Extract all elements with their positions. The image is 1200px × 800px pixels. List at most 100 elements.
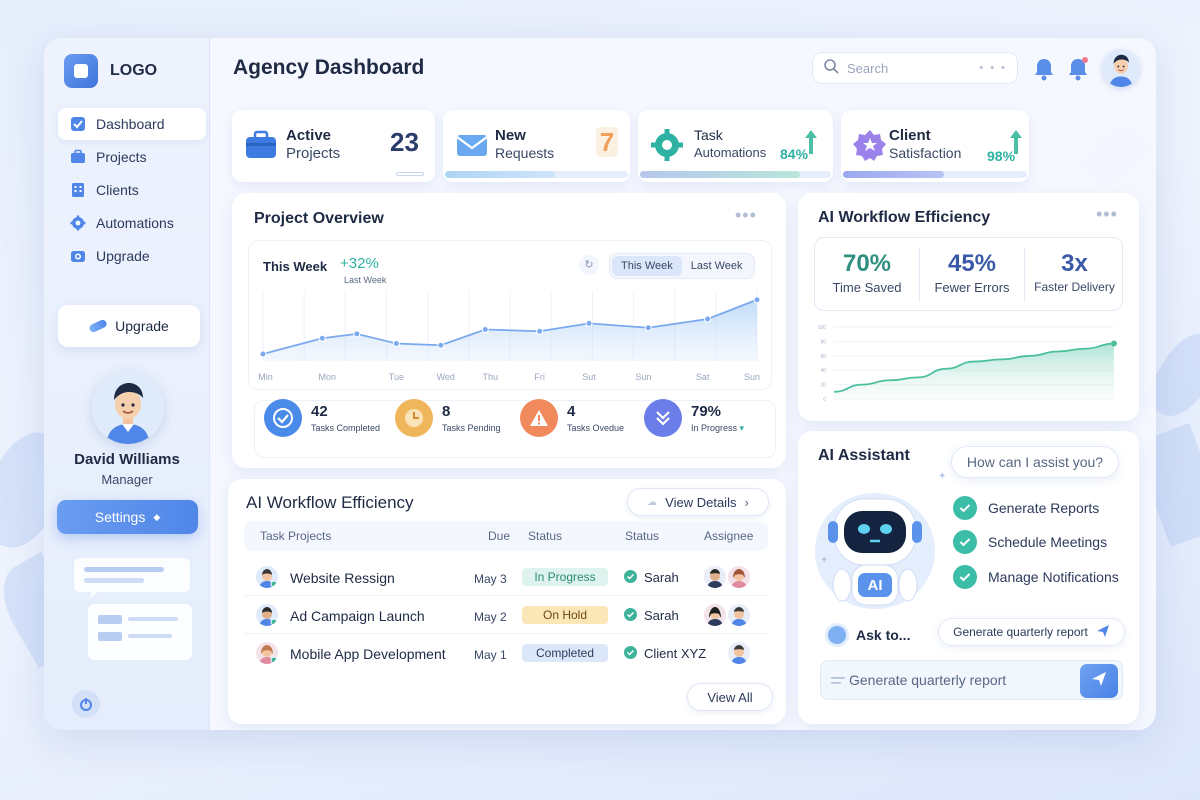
data-point bbox=[392, 340, 400, 347]
column-header: Status bbox=[625, 529, 660, 543]
sidebar-item-automations[interactable]: Automations bbox=[58, 207, 206, 239]
stat-card-new-requests[interactable]: New Requests 7 bbox=[443, 110, 630, 182]
stat-label: Active bbox=[286, 127, 332, 144]
y-tick-label: 60 bbox=[820, 354, 826, 360]
assistant-input[interactable]: Generate quarterly report bbox=[820, 660, 1123, 700]
header-avatar[interactable] bbox=[1102, 49, 1140, 87]
data-point bbox=[704, 315, 712, 323]
stat-card-active-projects[interactable]: Active Projects 23 bbox=[232, 110, 435, 182]
status-badge: On Hold bbox=[522, 606, 608, 624]
option-generate-reports[interactable]: Generate Reports bbox=[953, 496, 1099, 520]
logo[interactable]: LOGO bbox=[64, 54, 157, 88]
status-badge: Completed bbox=[522, 644, 608, 662]
stat-label: New bbox=[495, 127, 526, 144]
power-icon[interactable] bbox=[72, 690, 100, 718]
stat-card-client-satisfaction[interactable]: Client Satisfaction 98% bbox=[841, 110, 1029, 182]
stat-label: Projects bbox=[286, 145, 341, 162]
stat-label: Automations bbox=[694, 145, 767, 160]
check-circle-icon bbox=[953, 530, 977, 554]
stat-card-task-automations[interactable]: Task Automations 84% bbox=[638, 110, 833, 182]
cloud-icon: ☁ bbox=[647, 496, 658, 508]
warning-icon bbox=[520, 399, 558, 437]
camera-icon bbox=[70, 248, 86, 264]
assignee-avatar[interactable] bbox=[704, 604, 726, 626]
clock-icon bbox=[395, 399, 433, 437]
x-tick-label: Sut bbox=[582, 372, 596, 382]
avatar[interactable] bbox=[92, 372, 164, 444]
assistant-input-value: Generate quarterly report bbox=[849, 672, 1007, 688]
user-role: Manager bbox=[101, 472, 153, 487]
upgrade-button-label: Upgrade bbox=[115, 318, 169, 334]
view-details-button[interactable]: ☁ View Details › bbox=[627, 488, 769, 516]
sidebar-item-dashboard[interactable]: Dashboard bbox=[58, 108, 206, 140]
task-stat-completed[interactable]: 42 Tasks Completed bbox=[264, 399, 380, 437]
more-icon[interactable]: • • • bbox=[979, 62, 1007, 74]
x-tick-label: Tue bbox=[389, 372, 404, 382]
data-point bbox=[437, 341, 445, 349]
upgrade-button[interactable]: Upgrade bbox=[58, 305, 200, 347]
settings-button[interactable]: Settings ◆ bbox=[57, 500, 198, 534]
assignee-avatar[interactable] bbox=[704, 566, 726, 588]
avatar bbox=[256, 642, 278, 664]
check-icon bbox=[624, 570, 637, 583]
data-point bbox=[585, 319, 593, 327]
x-tick-label: Sun bbox=[744, 372, 760, 382]
table-row[interactable]: Website Ressign May 3 In Progress Sarah bbox=[244, 558, 768, 596]
panel-title: AI Workflow Efficiency bbox=[818, 209, 991, 226]
check-circle-icon bbox=[953, 496, 977, 520]
briefcase-icon bbox=[244, 128, 278, 162]
more-icon[interactable]: ••• bbox=[735, 205, 757, 226]
trend-up-icon bbox=[1009, 128, 1023, 161]
task-name: Website Ressign bbox=[290, 570, 395, 586]
option-label: Schedule Meetings bbox=[988, 534, 1108, 550]
table-row[interactable]: Mobile App Development May 1 Completed C… bbox=[244, 634, 768, 672]
due-date: May 2 bbox=[474, 610, 507, 624]
x-tick-label: Wed bbox=[437, 372, 455, 382]
check-icon bbox=[624, 646, 637, 659]
task-stat-pending[interactable]: 8 Tasks Pending bbox=[395, 399, 501, 437]
option-manage-notifications[interactable]: Manage Notifications bbox=[953, 565, 1119, 589]
option-label: Manage Notifications bbox=[988, 569, 1119, 585]
area-fill bbox=[834, 343, 1114, 399]
assignee-avatar[interactable] bbox=[728, 566, 750, 588]
view-all-button[interactable]: View All bbox=[687, 683, 773, 711]
column-header: Status bbox=[528, 529, 563, 543]
chevron-right-icon: › bbox=[744, 494, 749, 510]
settings-button-label: Settings bbox=[94, 509, 146, 525]
due-date: May 1 bbox=[474, 648, 507, 662]
search-input[interactable]: Search • • • bbox=[812, 52, 1018, 84]
sidebar-item-projects[interactable]: Projects bbox=[58, 141, 206, 173]
notification-bell-icon[interactable] bbox=[1066, 56, 1090, 82]
avatar bbox=[256, 604, 278, 626]
check-circle-icon bbox=[953, 565, 977, 589]
task-stat-overdue[interactable]: 4 Tasks Ovedue bbox=[520, 399, 624, 437]
stat-value: 7 bbox=[596, 127, 618, 157]
metric-faster-delivery: 3x Faster Delivery bbox=[1025, 238, 1124, 312]
data-point bbox=[259, 350, 267, 358]
metric-value: 45% bbox=[947, 250, 997, 277]
data-point bbox=[1111, 340, 1117, 347]
chart-container: This Week +32% Last Week ↻ This Week Las… bbox=[248, 240, 772, 390]
bell-icon[interactable] bbox=[1032, 56, 1056, 82]
data-point bbox=[753, 296, 761, 304]
sidebar-item-upgrade[interactable]: Upgrade bbox=[58, 240, 206, 272]
sidebar-item-label: Automations bbox=[96, 215, 174, 231]
task-stat-label: In Progress ▾ bbox=[691, 422, 745, 433]
task-stat-value: 42 bbox=[311, 403, 328, 420]
sparkle-icon: ✦ bbox=[938, 471, 947, 482]
sidebar-item-clients[interactable]: Clients bbox=[58, 174, 206, 206]
suggestion-chip[interactable]: Generate quarterly report bbox=[938, 618, 1125, 646]
x-tick-label: Sat bbox=[696, 372, 710, 382]
sidebar: LOGO Dashboard Projects Clients Automati… bbox=[44, 38, 210, 730]
metric-label: Faster Delivery bbox=[1034, 280, 1115, 294]
more-icon[interactable]: ••• bbox=[1096, 204, 1118, 225]
send-button[interactable] bbox=[1080, 664, 1118, 698]
assignee-avatar[interactable] bbox=[728, 642, 750, 664]
avatar bbox=[256, 566, 278, 588]
table-row[interactable]: Ad Campaign Launch May 2 On Hold Sarah bbox=[244, 596, 768, 634]
efficiency-panel: AI Workflow Efficiency ••• 70% Time Save… bbox=[798, 193, 1139, 421]
progress-bar bbox=[640, 171, 831, 178]
option-schedule-meetings[interactable]: Schedule Meetings bbox=[953, 530, 1107, 554]
assignee-avatar[interactable] bbox=[728, 604, 750, 626]
task-stat-in-progress[interactable]: 79% In Progress ▾ bbox=[644, 399, 744, 437]
